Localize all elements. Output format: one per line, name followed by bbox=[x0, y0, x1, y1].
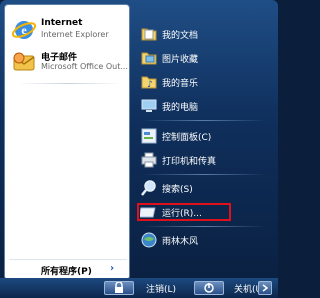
my-documents-label: 我的文档 bbox=[162, 31, 199, 41]
logoff-label[interactable]: 注销(L) bbox=[146, 282, 176, 295]
power-glyph bbox=[204, 283, 214, 293]
my-music-label: 我的音乐 bbox=[162, 79, 199, 89]
arrow-right-icon bbox=[262, 284, 269, 292]
svg-text:e: e bbox=[21, 23, 27, 37]
my-music-item[interactable]: ♪ 我的音乐 bbox=[136, 72, 272, 92]
folder-music-icon: ♪ bbox=[141, 76, 157, 90]
folder-documents-icon bbox=[141, 28, 157, 41]
left-separator bbox=[17, 83, 121, 84]
folder-pictures-icon bbox=[141, 52, 157, 65]
right-separator bbox=[142, 174, 266, 175]
my-computer-label: 我的电脑 bbox=[162, 103, 199, 113]
search-label: 搜索(S) bbox=[162, 185, 193, 195]
user-label: 雨林木风 bbox=[162, 237, 199, 247]
bottom-bar: 注销(L) 关机(U) bbox=[0, 278, 278, 298]
left-panel: e Internet Internet Explorer 电子邮件 Micros… bbox=[4, 4, 130, 280]
all-programs-label: 所有程序(P) bbox=[41, 267, 92, 277]
right-separator bbox=[142, 120, 266, 121]
pinned-title: Internet bbox=[41, 18, 83, 28]
pinned-email[interactable]: 电子邮件 Microsoft Office Out... bbox=[9, 47, 129, 77]
chevron-right-icon: › bbox=[110, 263, 115, 274]
my-computer-item[interactable]: 我的电脑 bbox=[136, 96, 272, 116]
run-highlight-box bbox=[137, 203, 231, 221]
printer-icon bbox=[141, 152, 157, 168]
printers-label: 打印机和传真 bbox=[162, 157, 217, 167]
control-panel-label: 控制面板(C) bbox=[162, 133, 212, 143]
printers-item[interactable]: 打印机和传真 bbox=[136, 150, 272, 170]
user-globe-icon bbox=[141, 232, 157, 248]
control-panel-icon bbox=[141, 128, 157, 144]
control-panel-item[interactable]: 控制面板(C) bbox=[136, 126, 272, 146]
pinned-subtitle: Internet Explorer bbox=[41, 30, 109, 39]
outlook-mail-icon bbox=[13, 52, 35, 71]
all-programs-button[interactable]: 所有程序(P) › bbox=[9, 259, 127, 278]
search-icon bbox=[141, 180, 156, 196]
search-item[interactable]: 搜索(S) bbox=[136, 178, 272, 198]
pinned-internet-explorer[interactable]: e Internet Internet Explorer bbox=[9, 15, 129, 45]
my-documents-item[interactable]: 我的文档 bbox=[136, 24, 272, 44]
right-separator bbox=[142, 226, 266, 227]
user-item[interactable]: 雨林木风 bbox=[136, 230, 272, 250]
power-icon[interactable] bbox=[194, 281, 224, 295]
internet-explorer-icon: e bbox=[11, 21, 37, 39]
start-menu: e Internet Internet Explorer 电子邮件 Micros… bbox=[0, 0, 278, 298]
lock-icon[interactable] bbox=[104, 281, 134, 295]
shutdown-options-icon[interactable] bbox=[258, 281, 272, 295]
my-pictures-item[interactable]: 图片收藏 bbox=[136, 48, 272, 68]
lock-glyph bbox=[115, 281, 123, 293]
pinned-subtitle: Microsoft Office Out... bbox=[41, 62, 128, 71]
computer-icon bbox=[141, 99, 157, 112]
my-pictures-label: 图片收藏 bbox=[162, 55, 199, 65]
svg-text:♪: ♪ bbox=[147, 80, 153, 90]
